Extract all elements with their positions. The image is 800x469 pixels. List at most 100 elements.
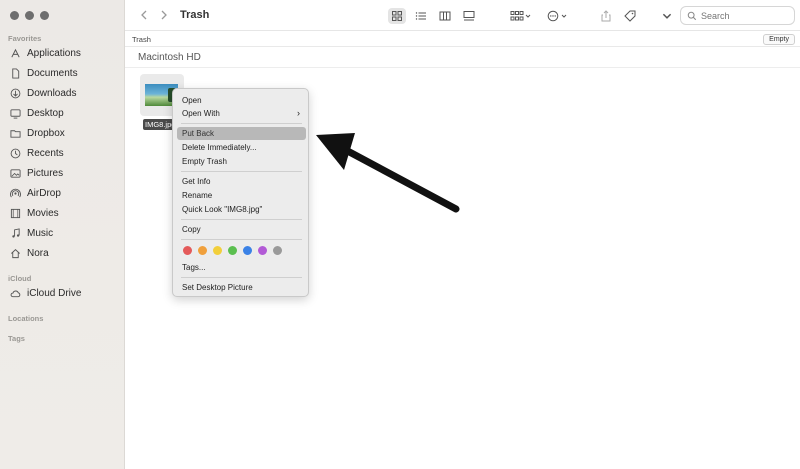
search-input[interactable] — [701, 10, 791, 21]
menu-separator — [181, 239, 302, 240]
grid-icon — [392, 11, 402, 21]
clock-icon — [10, 148, 21, 159]
path-bar: Trash Empty — [125, 32, 800, 47]
list-icon — [415, 12, 426, 20]
forward-button[interactable] — [157, 8, 171, 22]
zoom-window-button[interactable] — [40, 11, 49, 20]
music-note-icon — [10, 227, 21, 239]
tag-color-blue[interactable] — [243, 246, 252, 255]
sidebar-item-recents[interactable]: Recents — [10, 145, 118, 161]
action-button[interactable] — [545, 8, 571, 24]
sidebar-item-movies[interactable]: Movies — [10, 205, 118, 221]
sidebar-item-airdrop[interactable]: AirDrop — [10, 185, 118, 201]
menu-separator — [181, 219, 302, 220]
sidebar-item-nora[interactable]: Nora — [10, 245, 118, 261]
sidebar-item-label: Recents — [27, 147, 64, 159]
search-field[interactable] — [680, 6, 795, 25]
path-bar-label: Trash — [132, 35, 151, 44]
window-title: Trash — [180, 9, 210, 21]
menu-item-empty-trash[interactable]: Empty Trash — [177, 155, 306, 168]
sidebar-section-favorites: Favorites — [8, 34, 42, 43]
gallery-view-button[interactable] — [460, 8, 478, 24]
applications-icon — [10, 48, 21, 59]
tag-button[interactable] — [622, 8, 638, 24]
group-by-button[interactable] — [508, 8, 534, 24]
tag-color-picker — [183, 246, 282, 255]
sidebar-item-label: Desktop — [27, 107, 64, 119]
columns-icon — [439, 11, 451, 21]
toolbar: Trash — [125, 0, 800, 31]
menu-separator — [181, 277, 302, 278]
sidebar-item-label: Music — [27, 227, 54, 239]
tag-color-red[interactable] — [183, 246, 192, 255]
sidebar-item-label: Dropbox — [27, 127, 65, 139]
sidebar-section-locations[interactable]: Locations — [8, 314, 43, 323]
column-view-button[interactable] — [436, 8, 454, 24]
list-view-button[interactable] — [412, 8, 430, 24]
menu-separator — [181, 123, 302, 124]
window-controls — [10, 11, 49, 20]
back-button[interactable] — [137, 8, 151, 22]
cloud-icon — [10, 288, 21, 299]
photo-icon — [10, 168, 21, 179]
gallery-icon — [463, 11, 475, 21]
search-icon — [687, 11, 697, 20]
icon-view-button[interactable] — [388, 8, 406, 24]
menu-item-tags[interactable]: Tags... — [177, 261, 306, 274]
document-icon — [10, 67, 21, 79]
tag-color-orange[interactable] — [198, 246, 207, 255]
desktop-icon — [10, 108, 21, 119]
menu-item-rename[interactable]: Rename — [177, 189, 306, 202]
sidebar-item-label: Pictures — [27, 167, 64, 179]
menu-item-label: Open With — [182, 109, 220, 118]
chevron-right-icon — [161, 10, 167, 20]
sidebar-item-label: AirDrop — [27, 187, 61, 199]
share-icon — [601, 10, 611, 22]
tag-color-green[interactable] — [228, 246, 237, 255]
film-icon — [10, 208, 21, 219]
sidebar-item-dropbox[interactable]: Dropbox — [10, 125, 118, 141]
menu-separator — [181, 171, 302, 172]
tag-color-yellow[interactable] — [213, 246, 222, 255]
sidebar-item-applications[interactable]: Applications — [10, 45, 118, 61]
sidebar-item-downloads[interactable]: Downloads — [10, 85, 118, 101]
menu-item-copy[interactable]: Copy — [177, 223, 306, 236]
ellipsis-circle-icon — [547, 10, 567, 22]
chevron-down-icon — [662, 13, 672, 19]
sidebar-item-label: iCloud Drive — [27, 287, 82, 299]
share-button[interactable] — [599, 8, 613, 24]
tag-color-purple[interactable] — [258, 246, 267, 255]
menu-item-open[interactable]: Open — [177, 94, 306, 107]
divider — [125, 67, 800, 68]
menu-item-open-with[interactable]: Open With › — [177, 107, 306, 120]
sidebar-item-icloud-drive[interactable]: iCloud Drive — [10, 285, 118, 301]
sidebar-item-desktop[interactable]: Desktop — [10, 105, 118, 121]
minimize-window-button[interactable] — [25, 11, 34, 20]
sidebar-item-label: Nora — [27, 247, 49, 259]
sidebar-item-pictures[interactable]: Pictures — [10, 165, 118, 181]
sidebar-item-label: Downloads — [27, 87, 77, 99]
menu-item-get-info[interactable]: Get Info — [177, 175, 306, 188]
sidebar-item-documents[interactable]: Documents — [10, 65, 118, 81]
context-menu: Open Open With › Put Back Delete Immedia… — [172, 88, 309, 297]
more-toolbar-button[interactable] — [661, 8, 673, 24]
folder-icon — [10, 128, 21, 139]
tag-icon — [624, 10, 636, 22]
tag-color-gray[interactable] — [273, 246, 282, 255]
sidebar-section-tags[interactable]: Tags — [8, 334, 25, 343]
airdrop-icon — [10, 188, 21, 199]
menu-item-quick-look[interactable]: Quick Look "IMG8.jpg" — [177, 203, 306, 216]
sidebar-item-label: Applications — [27, 47, 81, 59]
menu-item-delete-immediately[interactable]: Delete Immediately... — [177, 141, 306, 154]
sidebar-item-music[interactable]: Music — [10, 225, 118, 241]
group-grid-icon — [510, 11, 531, 21]
sidebar-item-label: Movies — [27, 207, 59, 219]
download-icon — [10, 88, 21, 99]
sidebar-item-label: Documents — [27, 67, 78, 79]
close-window-button[interactable] — [10, 11, 19, 20]
chevron-left-icon — [141, 10, 147, 20]
empty-trash-button[interactable]: Empty — [763, 34, 795, 45]
home-icon — [10, 248, 21, 259]
menu-item-put-back[interactable]: Put Back — [177, 127, 306, 140]
menu-item-set-desktop-picture[interactable]: Set Desktop Picture — [177, 281, 306, 294]
